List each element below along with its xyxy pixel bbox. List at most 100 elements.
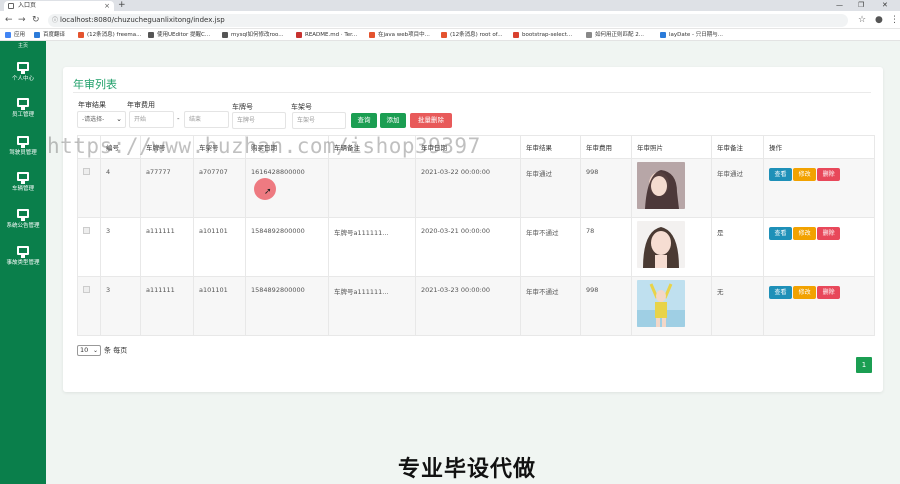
watermark-text: https://www.huzhan.com/ishop39397 [47, 134, 481, 158]
sidebar-item-label: 员工管理 [11, 112, 34, 118]
monitor-icon [17, 246, 29, 258]
fee-filter-label: 年审费用 [127, 101, 155, 109]
fee-end-input[interactable]: 结束 [184, 111, 229, 128]
bookmark-item[interactable]: bootstrap-select... [513, 30, 572, 40]
row-checkbox[interactable] [83, 227, 90, 234]
sidebar-item-employees[interactable]: 员工管理 [0, 98, 46, 118]
row-checkbox[interactable] [83, 286, 90, 293]
table-row: 4 a77777 a707707 1616428800000 2021-03-2… [77, 158, 875, 218]
profile-icon[interactable]: ● [875, 14, 883, 26]
edit-button[interactable]: 修改 [793, 227, 817, 240]
cell-car-note: 车牌号a111111... [328, 276, 416, 336]
cell-car-note [328, 158, 416, 218]
page-favicon-icon [8, 3, 14, 9]
new-tab-button[interactable]: + [118, 0, 126, 11]
close-tab-icon[interactable]: × [104, 1, 110, 11]
range-separator: - [177, 115, 180, 123]
csdn-icon [369, 32, 375, 38]
bookmark-site-icon [513, 32, 519, 38]
bookmark-site-icon [586, 32, 592, 38]
close-window-icon[interactable]: ✕ [882, 0, 888, 10]
edit-button[interactable]: 修改 [793, 168, 817, 181]
bookmark-item[interactable]: 如何用正则匹配 2... [586, 30, 644, 40]
url-field[interactable]: ⓘ localhost:8080/chuzucheguanlixitong/in… [48, 14, 848, 27]
cell-id: 3 [100, 217, 141, 277]
mouse-cursor-icon: ➚ [264, 187, 272, 197]
bookmark-item[interactable]: 百度翻译 [34, 30, 65, 40]
url-text: localhost:8080/chuzucheguanlixitong/inde… [60, 16, 225, 24]
bookmark-star-icon[interactable]: ☆ [858, 14, 866, 26]
cell-fee: 78 [580, 217, 632, 277]
delete-button[interactable]: 删除 [817, 227, 841, 240]
batch-delete-button[interactable]: 批量删除 [410, 113, 452, 128]
bookmark-item[interactable]: (12条消息) freema... [78, 30, 141, 40]
sidebar-item-label: 驾驶员管理 [9, 150, 37, 156]
sidebar-item-label: 事故类型管理 [6, 260, 40, 266]
bookmark-item[interactable]: mysql如何修改roo... [222, 30, 284, 40]
minimize-icon[interactable]: — [836, 0, 843, 10]
delete-button[interactable]: 删除 [817, 168, 841, 181]
bookmark-item[interactable]: layDate - 只日期与... [660, 30, 723, 40]
tab-title: 入口页 [18, 2, 37, 9]
sidebar-item-drivers[interactable]: 驾驶员管理 [0, 136, 46, 156]
plate-input[interactable]: 车牌号 [232, 112, 286, 129]
cell-result: 年审不通过 [520, 217, 581, 277]
cell-id: 4 [100, 158, 141, 218]
cell-audit-date: 2020-03-21 00:00:00 [415, 217, 521, 277]
bookmark-item[interactable]: (12条消息) root of... [441, 30, 502, 40]
sidebar-item-announcements[interactable]: 系统公告管理 [0, 209, 46, 229]
delete-button[interactable]: 删除 [817, 286, 841, 299]
sidebar-item-label: 系统公告管理 [6, 223, 40, 229]
table-row: 3 a111111 a101101 1584892800000 车牌号a1111… [77, 217, 875, 277]
translate-icon [34, 32, 40, 38]
cell-result: 年审不通过 [520, 276, 581, 336]
sidebar-item-vehicles[interactable]: 车辆管理 [0, 172, 46, 192]
pagination-page-button[interactable]: 1 [856, 357, 872, 373]
bookmark-item[interactable]: 应用 [5, 30, 25, 40]
chevron-down-icon: ⌄ [92, 347, 98, 354]
cell-fee: 998 [580, 158, 632, 218]
bookmark-item[interactable]: README.md · Ter... [296, 30, 357, 40]
menu-icon[interactable]: ⋮ [890, 14, 899, 26]
cell-car-note: 车牌号a111111... [328, 217, 416, 277]
cell-note: 无 [711, 276, 764, 336]
page-size-select[interactable]: 10 ⌄ [77, 345, 101, 356]
forward-icon[interactable]: → [18, 14, 26, 26]
maximize-icon[interactable]: ❐ [858, 0, 864, 10]
cell-plate: a111111 [140, 276, 194, 336]
back-icon[interactable]: ← [5, 14, 13, 26]
divider [73, 92, 871, 93]
result-select[interactable]: -请选择- ⌄ [77, 111, 126, 128]
cell-result: 年审通过 [520, 158, 581, 218]
review-photo [637, 280, 685, 327]
cell-plate: a77777 [140, 158, 194, 218]
browser-tab[interactable]: 入口页 × [4, 1, 114, 11]
cell-buy-date: 1584892800000 [245, 217, 329, 277]
sidebar-item-label: 车辆管理 [11, 186, 34, 192]
sidebar-item-home[interactable]: 主页 [0, 42, 46, 49]
fee-start-input[interactable]: 开始 [129, 111, 174, 128]
cell-frame: a707707 [193, 158, 246, 218]
row-checkbox[interactable] [83, 168, 90, 175]
frame-input[interactable]: 车架号 [292, 112, 346, 129]
cell-audit-date: 2021-03-23 00:00:00 [415, 276, 521, 336]
sidebar-item-personal-center[interactable]: 个人中心 [0, 62, 46, 82]
cell-buy-date: 1584892800000 [245, 276, 329, 336]
table-row: 3 a111111 a101101 1584892800000 车牌号a1111… [77, 276, 875, 336]
promo-caption: 专业毕设代做 [398, 457, 537, 482]
review-photo [637, 221, 685, 268]
sidebar-item-accident-types[interactable]: 事故类型管理 [0, 246, 46, 266]
cell-frame: a101101 [193, 276, 246, 336]
view-button[interactable]: 查看 [769, 227, 792, 240]
add-button[interactable]: 添加 [380, 113, 406, 128]
bookmark-item[interactable]: 在java web项目中... [369, 30, 430, 40]
reload-icon[interactable]: ↻ [32, 14, 40, 26]
view-button[interactable]: 查看 [769, 168, 792, 181]
edit-button[interactable]: 修改 [793, 286, 817, 299]
cell-audit-date: 2021-03-22 00:00:00 [415, 158, 521, 218]
gitee-icon [296, 32, 302, 38]
search-button[interactable]: 查询 [351, 113, 377, 128]
view-button[interactable]: 查看 [769, 286, 792, 299]
bookmark-item[interactable]: 使用UEditor 提醒C... [148, 30, 210, 40]
info-icon: ⓘ [52, 17, 59, 24]
